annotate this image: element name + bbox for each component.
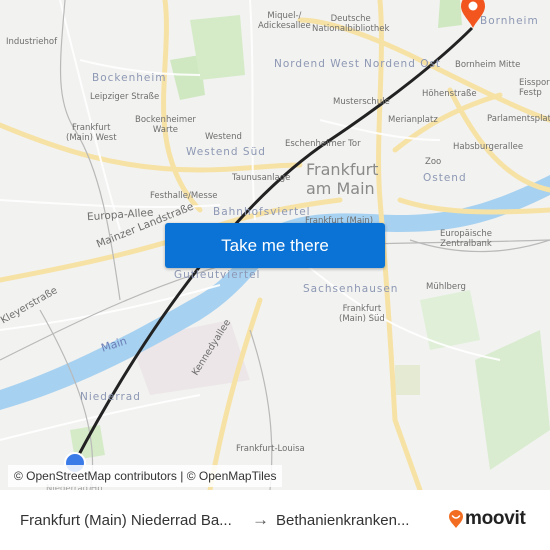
map-label: Deutsche Nationalbibliothek — [312, 14, 390, 34]
origin-stop-name: Frankfurt (Main) Niederrad Ba... — [20, 511, 232, 529]
destination-pin-icon[interactable] — [461, 0, 485, 28]
map-label: Bahnhofsviertel — [213, 206, 311, 218]
city-label: Frankfurt am Main — [306, 160, 379, 198]
map-label: Frankfurt-Louisa — [236, 444, 305, 454]
map-label: Frankfurt (Main) West — [66, 123, 117, 143]
map-label: Zoo — [425, 157, 442, 167]
map-label: Bockenheim — [92, 72, 167, 84]
map-label: Westend — [205, 132, 242, 142]
moovit-wordmark: moovit — [465, 508, 526, 529]
map-label: Höhenstraße — [422, 89, 477, 99]
take-me-there-button[interactable]: Take me there — [165, 223, 385, 268]
map-label: Sachsenhausen — [303, 283, 399, 295]
map-label: Leipziger Straße — [90, 92, 160, 102]
map-label: Frankfurt (Main) Süd — [339, 304, 385, 324]
map-label: Habsburgerallee — [453, 142, 524, 152]
map-label: Niederrad — [80, 391, 141, 403]
map-label: Taunusanlage — [232, 173, 291, 183]
map-label: Eissport Festp — [519, 78, 550, 98]
map-label: Musterschule — [333, 97, 390, 107]
map-label: Parlamentsplatz — [487, 114, 550, 124]
map-label: Eschenheimer Tor — [285, 139, 361, 149]
map-view[interactable]: Industriehof Bockenheim Leipziger Straße… — [0, 0, 550, 490]
map-label: Miquel-/ Adickesallee — [258, 11, 311, 31]
map-label: Gutleutviertel — [174, 269, 261, 281]
map-label: Industriehof — [6, 37, 58, 47]
map-label: Mühlberg — [426, 282, 466, 292]
map-label: Bockenheimer Warte — [135, 115, 196, 135]
map-attribution: © OpenStreetMap contributors | © OpenMap… — [8, 465, 283, 487]
map-label: Bornheim Mitte — [455, 60, 521, 70]
map-label: Ostend — [423, 172, 467, 184]
moovit-pin-icon — [449, 510, 463, 528]
map-label: Festhalle/Messe — [150, 191, 218, 201]
map-label: Europäische Zentralbank — [440, 229, 492, 249]
map-label: Merianplatz — [388, 115, 438, 125]
map-label: Nordend West — [274, 58, 361, 70]
route-footer: Frankfurt (Main) Niederrad Ba... → Betha… — [0, 490, 550, 550]
map-label: Nordend Ost — [364, 58, 442, 70]
arrow-right-icon: → — [252, 510, 269, 529]
destination-stop-name: Bethanienkranken... — [276, 511, 410, 529]
map-label: Westend Süd — [186, 146, 266, 158]
moovit-logo[interactable]: moovit — [449, 508, 526, 530]
map-label: Bornheim — [480, 15, 539, 27]
